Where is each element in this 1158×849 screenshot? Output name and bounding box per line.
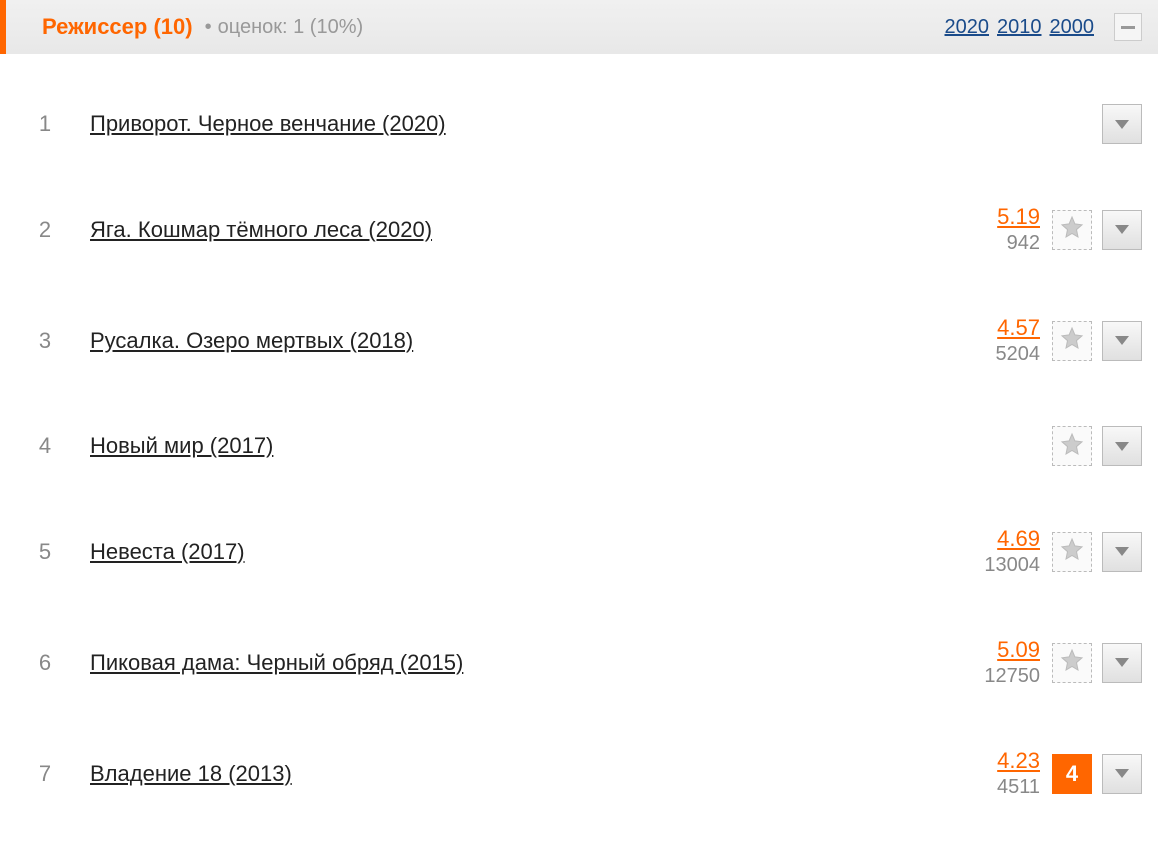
movie-title-link[interactable]: Невеста (2017): [90, 539, 960, 565]
rate-star-button[interactable]: [1052, 426, 1092, 466]
row-number: 5: [0, 539, 90, 565]
movie-row: 4Новый мир (2017): [0, 396, 1158, 496]
row-number: 7: [0, 761, 90, 787]
rating-block: 4.575204: [960, 315, 1040, 366]
rate-star-button[interactable]: [1052, 210, 1092, 250]
row-number: 3: [0, 328, 90, 354]
movie-row: 1Приворот. Черное венчание (2020): [0, 74, 1158, 174]
dropdown-button[interactable]: [1102, 210, 1142, 250]
star-icon: [1060, 326, 1084, 355]
star-icon: [1060, 215, 1084, 244]
votes-count: 12750: [960, 665, 1040, 688]
chevron-down-icon: [1115, 547, 1129, 556]
row-number: 2: [0, 217, 90, 243]
votes-count: 5204: [960, 343, 1040, 366]
movie-title-link[interactable]: Приворот. Черное венчание (2020): [90, 111, 960, 137]
user-rating-box[interactable]: 4: [1052, 754, 1092, 794]
movie-title-link[interactable]: Владение 18 (2013): [90, 761, 960, 787]
movie-row: 2Яга. Кошмар тёмного леса (2020)5.19942: [0, 174, 1158, 285]
star-icon: [1060, 432, 1084, 461]
movie-row: 3Русалка. Озеро мертвых (2018)4.575204: [0, 285, 1158, 396]
star-spacer: [1052, 104, 1092, 144]
chevron-down-icon: [1115, 225, 1129, 234]
minus-icon: [1121, 26, 1135, 29]
ratings-count-text: оценок: 1 (10%): [218, 16, 364, 38]
star-icon: [1060, 648, 1084, 677]
chevron-down-icon: [1115, 442, 1129, 451]
chevron-down-icon: [1115, 336, 1129, 345]
rating-value[interactable]: 4.57: [960, 315, 1040, 341]
movie-row: 7Владение 18 (2013)4.234511 4: [0, 718, 1158, 829]
section-title: Режиссер (10): [42, 14, 193, 40]
rating-value[interactable]: 4.23: [960, 748, 1040, 774]
dropdown-button[interactable]: [1102, 321, 1142, 361]
movie-title-link[interactable]: Новый мир (2017): [90, 433, 960, 459]
collapse-button[interactable]: [1114, 13, 1142, 41]
row-number: 6: [0, 650, 90, 676]
header-right: 2020 2010 2000: [945, 13, 1143, 41]
votes-count: 4511: [960, 776, 1040, 799]
chevron-down-icon: [1115, 658, 1129, 667]
chevron-down-icon: [1115, 769, 1129, 778]
bullet-separator: •: [205, 16, 212, 38]
movie-row: 5Невеста (2017)4.6913004: [0, 496, 1158, 607]
rating-block: 4.6913004: [960, 526, 1040, 577]
year-link-2020[interactable]: 2020: [945, 16, 990, 39]
rating-value[interactable]: 5.19: [960, 204, 1040, 230]
votes-count: 942: [960, 232, 1040, 255]
movie-row: 6Пиковая дама: Черный обряд (2015)5.0912…: [0, 607, 1158, 718]
rating-value[interactable]: 4.69: [960, 526, 1040, 552]
section-header: Режиссер (10) • оценок: 1 (10%) 2020 2010…: [0, 0, 1158, 54]
dropdown-button[interactable]: [1102, 426, 1142, 466]
chevron-down-icon: [1115, 120, 1129, 129]
rating-value[interactable]: 5.09: [960, 637, 1040, 663]
star-icon: [1060, 537, 1084, 566]
dropdown-button[interactable]: [1102, 754, 1142, 794]
section-subtitle: • оценок: 1 (10%): [205, 16, 364, 39]
rate-star-button[interactable]: [1052, 643, 1092, 683]
year-link-2000[interactable]: 2000: [1050, 16, 1095, 39]
rate-star-button[interactable]: [1052, 321, 1092, 361]
movie-title-link[interactable]: Русалка. Озеро мертвых (2018): [90, 328, 960, 354]
dropdown-button[interactable]: [1102, 643, 1142, 683]
rate-star-button[interactable]: [1052, 532, 1092, 572]
year-link-2010[interactable]: 2010: [997, 16, 1042, 39]
rating-block: 5.0912750: [960, 637, 1040, 688]
votes-count: 13004: [960, 554, 1040, 577]
movies-list: 1Приворот. Черное венчание (2020)2Яга. К…: [0, 54, 1158, 849]
movie-title-link[interactable]: Яга. Кошмар тёмного леса (2020): [90, 217, 960, 243]
dropdown-button[interactable]: [1102, 104, 1142, 144]
row-number: 4: [0, 433, 90, 459]
row-number: 1: [0, 111, 90, 137]
dropdown-button[interactable]: [1102, 532, 1142, 572]
rating-block: 4.234511: [960, 748, 1040, 799]
rating-block: 5.19942: [960, 204, 1040, 255]
movie-title-link[interactable]: Пиковая дама: Черный обряд (2015): [90, 650, 960, 676]
